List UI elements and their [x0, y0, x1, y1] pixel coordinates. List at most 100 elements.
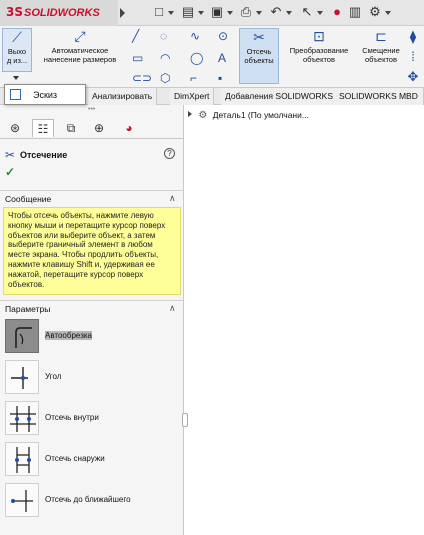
- option-power-trim[interactable]: Автообрезка: [5, 319, 180, 353]
- offset-entities-label: Смещение объектов: [362, 46, 400, 64]
- text-tool-icon[interactable]: A: [218, 52, 226, 64]
- open-folder-icon[interactable]: ▤: [181, 5, 195, 19]
- display-manager-tab-icon[interactable]: ◕: [118, 119, 140, 137]
- option-label: Отсечь до ближайшего: [45, 495, 131, 504]
- help-icon[interactable]: ?: [164, 148, 175, 159]
- panel-grip-icon[interactable]: •••: [88, 106, 95, 113]
- tab-solidworks-addins[interactable]: Добавления SOLIDWORKS: [221, 88, 339, 105]
- tab-solidworks-mbd[interactable]: SOLIDWORKS MBD: [335, 88, 424, 105]
- feature-manager-tab-icon[interactable]: ⊛: [4, 119, 26, 137]
- sketch-tab-icon: [10, 89, 21, 100]
- option-label: Отсечь внутри: [45, 413, 99, 422]
- logo-wordmark: SOLIDWORKS: [24, 7, 100, 19]
- logo-ds-mark: 3S: [6, 5, 23, 19]
- auto-dimension-button[interactable]: ⤢ Автоматическое нанесение размеров: [36, 28, 124, 72]
- trim-closest-icon: [5, 483, 39, 517]
- exit-sketch-label: Выхо д из...: [6, 47, 28, 65]
- select-pointer-icon[interactable]: ↖: [300, 5, 314, 19]
- tab-dimxpert[interactable]: DimXpert: [170, 88, 215, 105]
- convert-entities-button[interactable]: ⊡ Преобразование объектов: [282, 28, 356, 72]
- undo-icon[interactable]: ↶: [269, 5, 283, 19]
- option-trim-away-outside[interactable]: Отсечь снаружи: [5, 442, 180, 476]
- spline-tool-icon[interactable]: ∿: [190, 30, 200, 42]
- file-properties-icon[interactable]: ▥: [348, 5, 362, 19]
- ok-checkmark-icon[interactable]: ✓: [5, 165, 15, 179]
- option-label: Угол: [45, 372, 62, 381]
- circle-tool-icon[interactable]: ◌: [160, 30, 167, 42]
- property-manager-panel: ••• ⊛ ☷ ⧉ ⊕ ◕ ✂ Отсечение ? ✓ Сообщение …: [0, 105, 184, 535]
- option-label: Автообрезка: [45, 331, 92, 340]
- rebuild-traffic-light-icon[interactable]: ●: [330, 5, 344, 19]
- trim-title-icon: ✂: [5, 148, 16, 162]
- options-caret-icon[interactable]: [385, 11, 391, 15]
- part-name: Деталь1 (По умолчани...: [212, 110, 309, 120]
- message-section-title: Сообщение: [5, 194, 52, 204]
- arc-tool-icon[interactable]: ◠: [160, 52, 170, 64]
- options-gear-icon[interactable]: ⚙: [368, 5, 382, 19]
- tree-expand-arrow-icon[interactable]: [188, 111, 192, 117]
- manager-tabs: ⊛ ☷ ⧉ ⊕ ◕: [0, 115, 184, 139]
- options-section-title: Параметры: [5, 304, 51, 314]
- panel-collapse-handle[interactable]: [182, 413, 188, 427]
- trim-entities-label: Отсечь объекты: [244, 47, 274, 65]
- save-caret-icon[interactable]: [227, 11, 233, 15]
- trim-entities-button[interactable]: ✂ Отсечь объекты: [239, 28, 279, 84]
- collapse-chevron-icon[interactable]: ∧: [169, 303, 176, 314]
- point-tool-icon[interactable]: ▪: [218, 72, 222, 84]
- exit-sketch-icon: ⟋: [12, 29, 22, 45]
- tab-evaluate[interactable]: Анализировать: [88, 88, 158, 105]
- option-corner[interactable]: Угол: [5, 360, 180, 394]
- convert-entities-icon: ⊡: [313, 28, 325, 44]
- exit-sketch-button[interactable]: ⟋ Выхо д из...: [2, 28, 32, 72]
- option-trim-away-inside[interactable]: Отсечь внутри: [5, 401, 180, 435]
- app-logo: 3S SOLIDWORKS: [0, 0, 118, 26]
- collapse-chevron-icon[interactable]: ∧: [169, 193, 176, 204]
- slot-tool-icon[interactable]: ⊂⊃: [132, 72, 152, 84]
- new-document-icon[interactable]: □: [152, 5, 166, 19]
- dimxpert-manager-tab-icon[interactable]: ⊕: [88, 119, 110, 137]
- command-manager-ribbon: ⟋ Выхо д из... ⤢ Автоматическое нанесени…: [0, 26, 424, 88]
- tab-sketch[interactable]: Эскиз: [4, 84, 86, 105]
- line-tool-icon[interactable]: ╱: [132, 30, 139, 42]
- convert-entities-label: Преобразование объектов: [289, 46, 349, 64]
- smart-dimension-icon: ⤢: [74, 28, 86, 44]
- offset-entities-icon: ⊏: [375, 28, 387, 44]
- graphics-area[interactable]: ⚙ Деталь1 (По умолчани...: [185, 105, 424, 535]
- menu-expand-arrow-icon[interactable]: [120, 8, 125, 18]
- property-manager-tab-icon[interactable]: ☷: [32, 119, 54, 137]
- print-caret-icon[interactable]: [256, 11, 262, 15]
- power-trim-icon: [5, 319, 39, 353]
- trim-outside-icon: [5, 442, 39, 476]
- mirror-entities-icon[interactable]: ⧫: [406, 30, 420, 44]
- save-icon[interactable]: ▣: [210, 5, 224, 19]
- message-box: Чтобы отсечь объекты, нажмите левую кноп…: [3, 207, 181, 295]
- sketch-fillet-icon[interactable]: ⊙: [218, 30, 228, 42]
- options-section-header[interactable]: Параметры ∧: [0, 300, 184, 316]
- part-icon: ⚙: [198, 110, 208, 121]
- print-icon[interactable]: ⎙: [239, 5, 253, 19]
- sketch-tab-label: Эскиз: [33, 90, 58, 100]
- trim-inside-icon: [5, 401, 39, 435]
- option-label: Отсечь снаружи: [45, 454, 105, 463]
- trim-entities-icon: ✂: [253, 29, 265, 45]
- sketch-chamfer-icon[interactable]: ⌐: [190, 72, 197, 84]
- move-entities-icon[interactable]: ✥: [406, 70, 420, 84]
- polygon-tool-icon[interactable]: ⬡: [160, 72, 170, 84]
- undo-caret-icon[interactable]: [286, 11, 292, 15]
- configuration-manager-tab-icon[interactable]: ⧉: [60, 119, 82, 137]
- corner-trim-icon: [5, 360, 39, 394]
- linear-pattern-icon[interactable]: ⁞: [406, 50, 420, 64]
- offset-entities-button[interactable]: ⊏ Смещение объектов: [358, 28, 404, 72]
- open-caret-icon[interactable]: [198, 11, 204, 15]
- feature-tree-root[interactable]: ⚙ Деталь1 (По умолчани...: [188, 110, 309, 121]
- rectangle-tool-icon[interactable]: ▭: [132, 52, 143, 64]
- page-title: Отсечение: [20, 150, 68, 160]
- title-bar: 3S SOLIDWORKS □ ▤ ▣ ⎙ ↶ ↖ ● ▥ ⚙: [0, 0, 424, 26]
- auto-dimension-label: Автоматическое нанесение размеров: [43, 46, 117, 64]
- option-trim-to-closest[interactable]: Отсечь до ближайшего: [5, 483, 180, 517]
- select-caret-icon[interactable]: [317, 11, 323, 15]
- new-document-caret-icon[interactable]: [168, 11, 174, 15]
- exit-sketch-caret-icon[interactable]: [13, 76, 19, 80]
- ellipse-tool-icon[interactable]: ◯: [190, 52, 203, 64]
- message-section-header[interactable]: Сообщение ∧: [0, 190, 184, 206]
